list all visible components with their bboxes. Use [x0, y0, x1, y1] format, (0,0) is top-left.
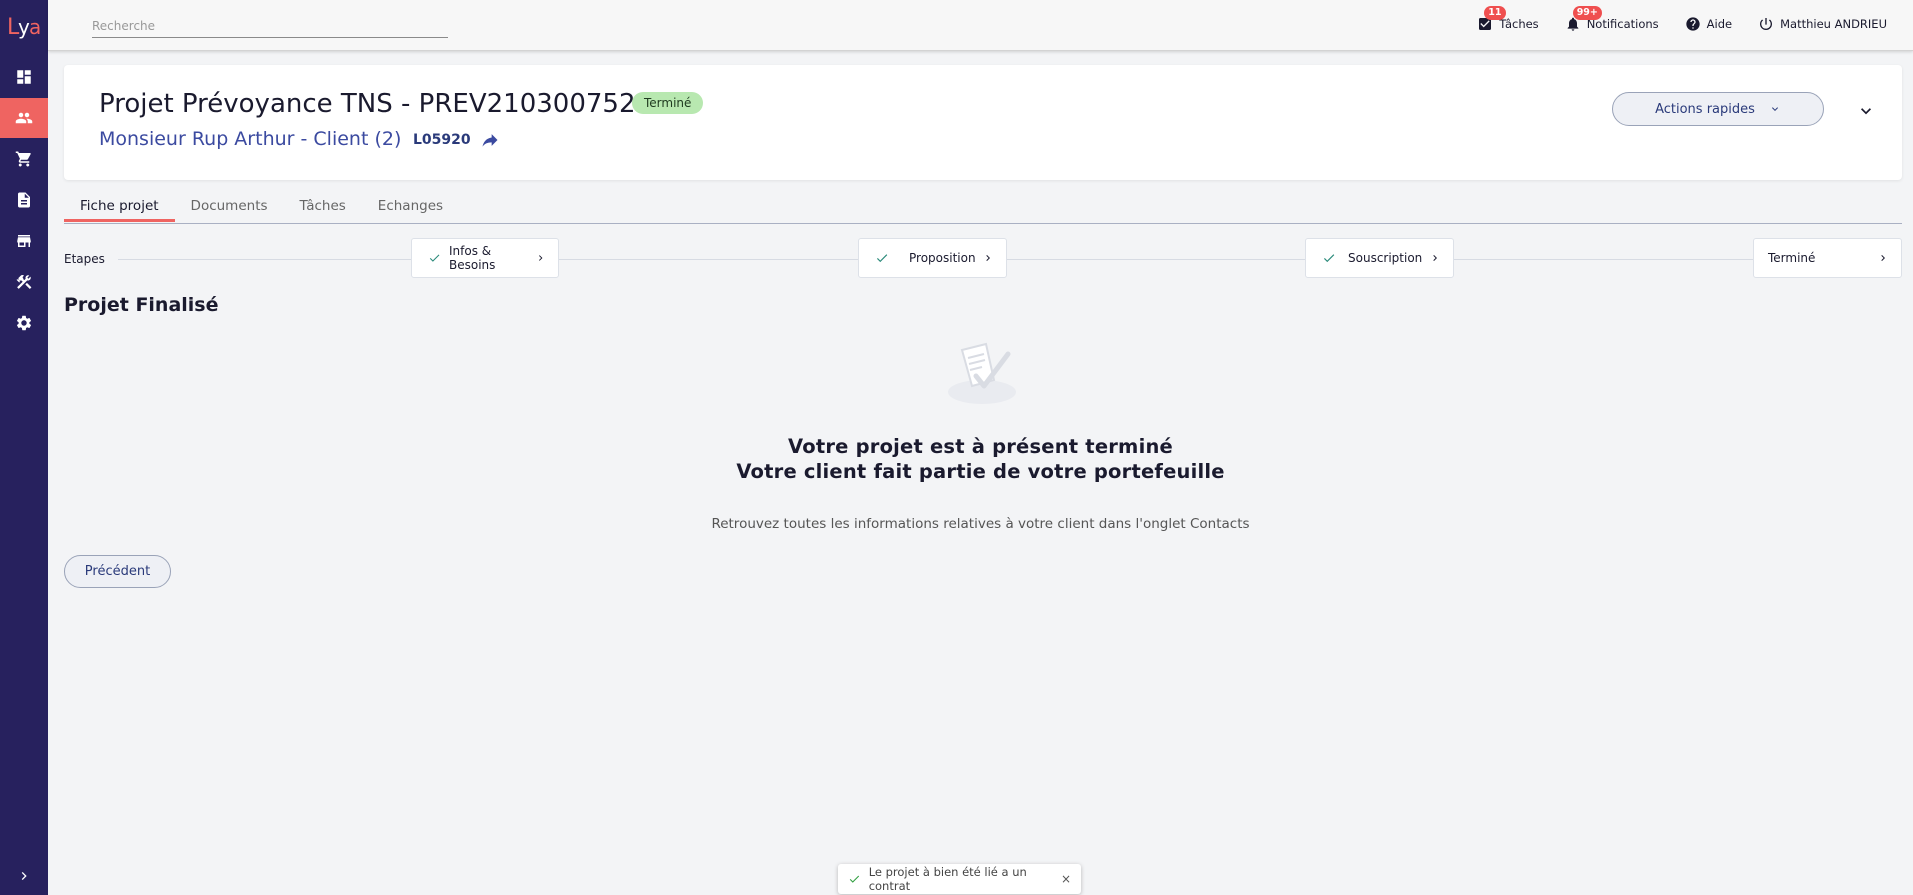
sidebar-item-contacts[interactable] [0, 98, 48, 138]
sidebar-item-documents[interactable] [0, 180, 48, 220]
completion-message-line2: Votre client fait partie de votre portef… [736, 460, 1225, 483]
step-label: Souscription [1348, 251, 1423, 265]
sidebar-item-store[interactable] [0, 221, 48, 261]
tab-fiche-projet[interactable]: Fiche projet [64, 192, 175, 222]
actions-rapides-button[interactable]: Actions rapides [1612, 92, 1824, 126]
user-label: Matthieu ANDRIEU [1780, 17, 1887, 31]
step-label: Infos & Besoins [449, 244, 496, 272]
help-icon [1686, 17, 1700, 31]
chevron-right-icon [986, 255, 990, 261]
search-input[interactable] [92, 14, 448, 38]
tab-echanges[interactable]: Echanges [362, 192, 459, 223]
completed-document-icon [942, 336, 1022, 408]
notifications-badge: 99+ [1572, 6, 1602, 20]
tools-icon [16, 274, 32, 289]
chevron-down-icon [1771, 107, 1778, 111]
chevron-right-icon [21, 872, 27, 880]
completion-message: Votre projet est à présent terminé Votre… [48, 434, 1913, 484]
store-icon [17, 235, 31, 247]
tasks-badge: 11 [1484, 6, 1506, 20]
completion-message-line1: Votre projet est à présent terminé [788, 435, 1173, 458]
dashboard-icon [17, 70, 31, 84]
topbar-actions: 11 Tâches 99+ Notifications Aide Matthie… [1477, 0, 1887, 48]
chevron-right-icon [1881, 255, 1885, 261]
gear-icon [16, 315, 32, 331]
step-proposition[interactable]: Proposition [858, 238, 1007, 278]
check-icon [876, 254, 888, 263]
chevron-right-icon [1433, 255, 1437, 261]
client-link[interactable]: Monsieur Rup Arthur - Client (2) [99, 128, 401, 150]
steps-tracker: Etapes Infos & Besoins Proposition Sousc… [64, 238, 1902, 280]
people-icon [15, 112, 33, 124]
toast-close-button[interactable]: × [1061, 872, 1071, 886]
status-badge: Terminé [632, 92, 704, 114]
project-tabs: Fiche projet Documents Tâches Echanges [64, 192, 1902, 224]
sidebar-item-dashboard[interactable] [0, 57, 48, 97]
sidebar-item-shop[interactable] [0, 139, 48, 179]
steps-line [118, 259, 1902, 260]
steps-label: Etapes [64, 252, 105, 266]
help-label: Aide [1706, 17, 1733, 31]
step-label: Proposition [909, 251, 976, 265]
check-icon [429, 254, 440, 262]
cart-icon [15, 151, 31, 167]
tasks-label: Tâches [1499, 17, 1539, 31]
check-icon [1323, 254, 1335, 263]
header-collapse-button[interactable] [1856, 101, 1876, 121]
step-souscription[interactable]: Souscription [1305, 238, 1454, 278]
project-header: Projet Prévoyance TNS - PREV210300752 Te… [64, 65, 1902, 180]
sidebar-item-tools[interactable] [0, 262, 48, 302]
check-icon [849, 875, 860, 883]
step-label: Terminé [1768, 251, 1816, 265]
tab-documents[interactable]: Documents [175, 192, 284, 223]
section-title: Projet Finalisé [64, 294, 219, 316]
completion-message-sub: Retrouvez toutes les informations relati… [711, 516, 1250, 532]
toast-message: Le projet à bien été lié a un contrat [868, 865, 1027, 893]
power-icon [1760, 18, 1773, 30]
previous-button[interactable]: Précédent [64, 555, 171, 588]
lya-logo[interactable]: L y a [4, 8, 44, 42]
toast-notification: Le projet à bien été lié a un contrat × [838, 864, 1081, 894]
topbar: 11 Tâches 99+ Notifications Aide Matthie… [48, 0, 1913, 51]
actions-rapides-label: Actions rapides [1655, 101, 1755, 117]
sidebar-item-settings[interactable] [0, 303, 48, 343]
sidebar-expand-button[interactable] [0, 856, 48, 895]
step-termine[interactable]: Terminé [1753, 238, 1902, 278]
client-code: L05920 [413, 132, 471, 148]
sidebar: L y a [0, 0, 48, 895]
svg-text:a: a [29, 15, 41, 39]
user-menu[interactable]: Matthieu ANDRIEU [1758, 16, 1887, 32]
tab-taches[interactable]: Tâches [284, 192, 362, 223]
chevron-right-icon [538, 255, 543, 261]
share-icon[interactable] [480, 130, 500, 150]
notifications-link[interactable]: 99+ Notifications [1565, 6, 1659, 32]
page-title: Projet Prévoyance TNS - PREV210300752 [99, 89, 636, 119]
help-link[interactable]: Aide [1685, 16, 1732, 32]
tasks-link[interactable]: 11 Tâches [1477, 6, 1539, 32]
step-infos-besoins[interactable]: Infos & Besoins [411, 238, 559, 278]
document-icon [18, 192, 30, 208]
chevron-down-icon [1861, 108, 1871, 115]
